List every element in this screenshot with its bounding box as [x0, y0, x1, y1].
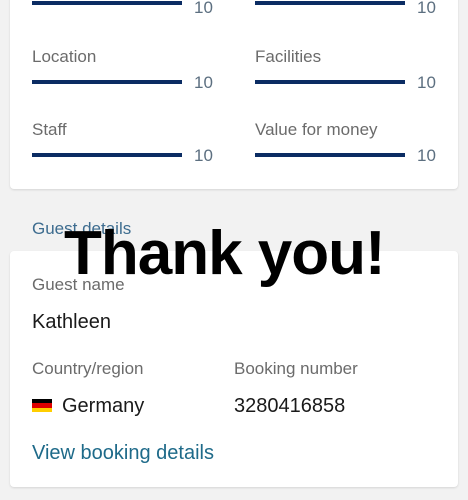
rating-score: 10 — [194, 73, 213, 92]
rating-score: 10 — [417, 0, 436, 17]
rating-score: 10 — [194, 0, 213, 17]
booking-number-value: 3280416858 — [234, 395, 346, 417]
rating-bar — [32, 153, 182, 157]
guest-name-value: Kathleen — [32, 311, 111, 333]
ratings-card: 10 10 Location 10 Facilities 10 Staff 10… — [10, 0, 458, 189]
country-value: Germany — [62, 395, 145, 417]
rating-bar — [255, 1, 405, 5]
rating-bar — [32, 1, 182, 5]
rating-label: Location — [32, 47, 97, 66]
rating-score: 10 — [194, 146, 213, 165]
country-label: Country/region — [32, 359, 144, 378]
rating-label: Value for money — [255, 120, 378, 139]
thank-you-overlay: Thank you! — [64, 219, 386, 288]
rating-bar — [32, 80, 182, 84]
booking-number-label: Booking number — [234, 359, 358, 378]
rating-score: 10 — [417, 73, 436, 92]
rating-bar — [255, 153, 405, 157]
rating-bar — [255, 80, 405, 84]
germany-flag-icon — [32, 399, 52, 412]
flag-stripe — [32, 407, 52, 412]
rating-label: Staff — [32, 120, 67, 139]
rating-score: 10 — [417, 146, 436, 165]
view-booking-details-link[interactable]: View booking details — [32, 442, 214, 465]
rating-label: Facilities — [255, 47, 322, 66]
